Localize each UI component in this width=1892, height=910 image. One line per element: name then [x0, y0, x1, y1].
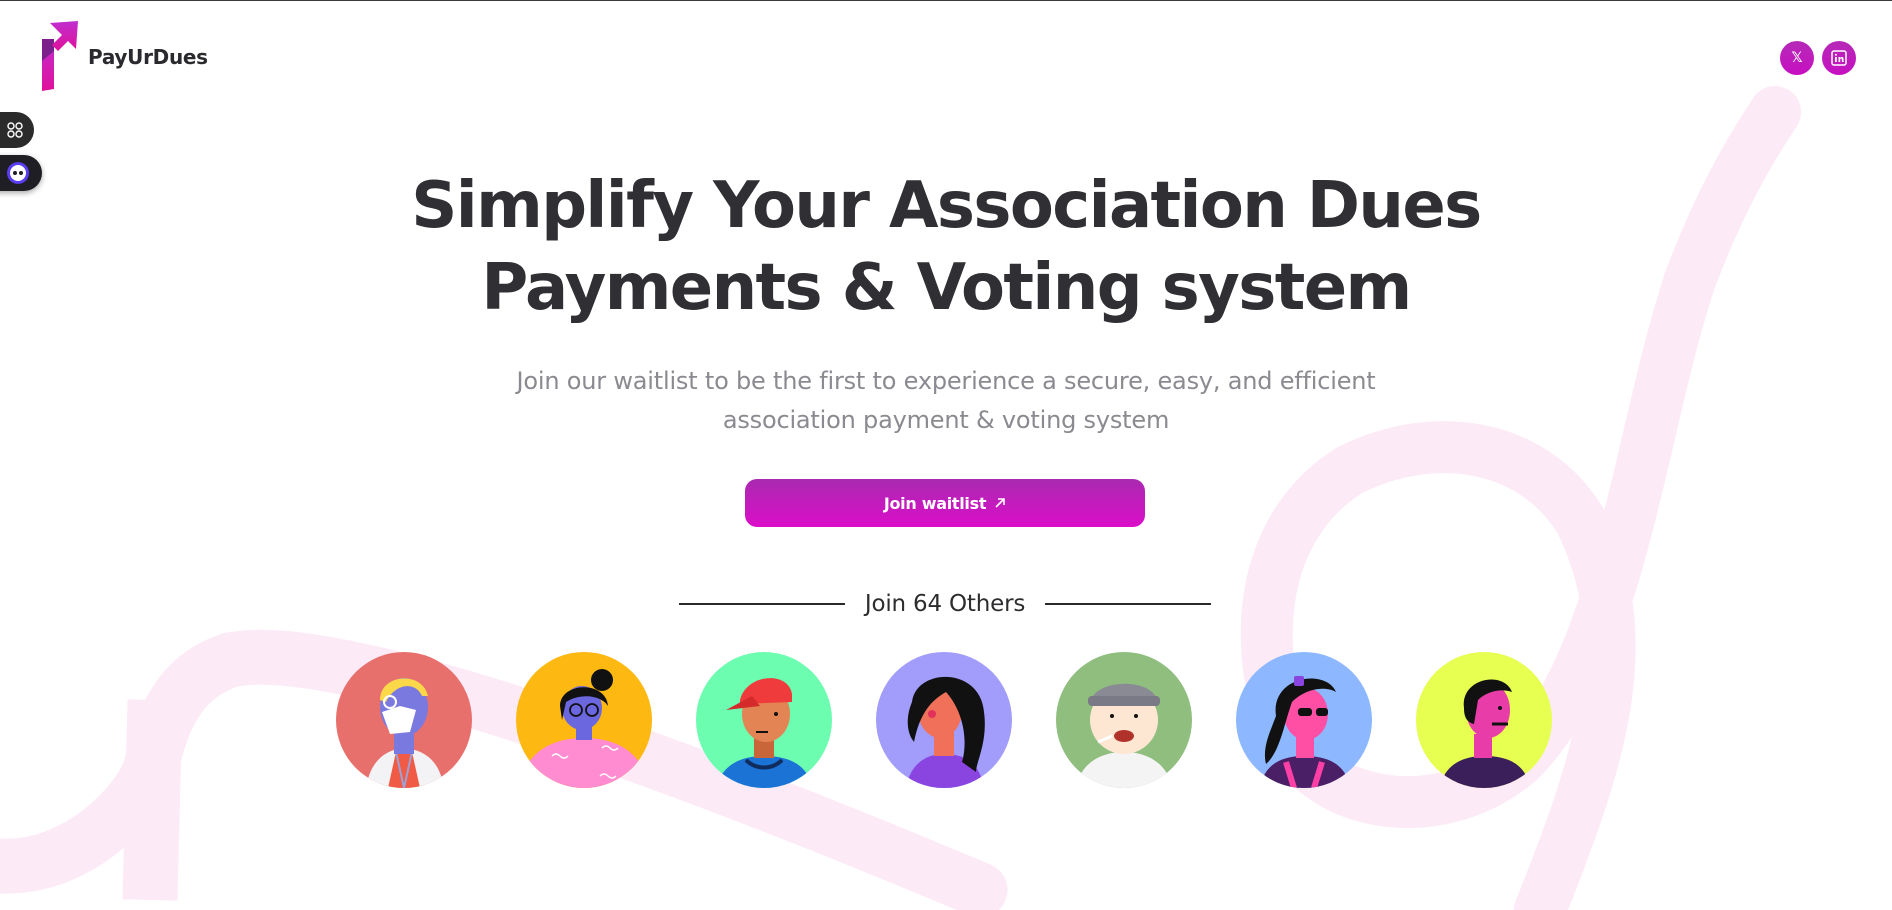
- hero-subtitle: Join our waitlist to be the first to exp…: [446, 362, 1446, 440]
- avatar-red-cap: [696, 652, 832, 788]
- avatar-beanie: [1056, 652, 1192, 788]
- divider-line-right: [1045, 603, 1212, 605]
- avatar-sunglasses: [1236, 652, 1372, 788]
- join-waitlist-button[interactable]: Join waitlist: [745, 479, 1145, 527]
- hero-title-line-1: Simplify Your Association Dues: [411, 169, 1482, 243]
- x-glyph: 𝕏: [1791, 50, 1803, 66]
- hero-subtitle-line-2: association payment & voting system: [722, 406, 1170, 434]
- join-count-text: Join 64 Others: [864, 591, 1026, 617]
- x-twitter-icon[interactable]: 𝕏: [1780, 41, 1814, 75]
- avatar-row: [336, 652, 1556, 788]
- hero-title: Simplify Your Association Dues Payments …: [346, 165, 1546, 329]
- join-waitlist-label: Join waitlist: [883, 493, 987, 513]
- avatar-bun-hair: [516, 652, 652, 788]
- join-count-divider: Join 64 Others: [679, 586, 1212, 622]
- hero-subtitle-line-1: Join our waitlist to be the first to exp…: [516, 367, 1376, 395]
- chatbot-icon: [7, 162, 29, 184]
- avatar-doctor: [336, 652, 472, 788]
- grid-icon: [7, 122, 23, 138]
- assistant-button[interactable]: [0, 155, 42, 191]
- arrow-up-right-icon: [995, 498, 1005, 508]
- apps-grid-button[interactable]: [0, 112, 34, 148]
- brand-name: PayUrDues: [88, 45, 208, 69]
- top-border: [0, 0, 1892, 1]
- avatar-magenta-face: [1416, 652, 1552, 788]
- avatar-long-hair: [876, 652, 1012, 788]
- linkedin-glyph-icon: [1831, 50, 1847, 66]
- linkedin-icon[interactable]: [1822, 41, 1856, 75]
- social-links: 𝕏: [1780, 41, 1856, 75]
- logo[interactable]: PayUrDues: [36, 21, 208, 93]
- divider-line-left: [679, 603, 845, 605]
- hero-title-line-2: Payments & Voting system: [481, 251, 1412, 325]
- logo-mark-icon: [42, 21, 78, 91]
